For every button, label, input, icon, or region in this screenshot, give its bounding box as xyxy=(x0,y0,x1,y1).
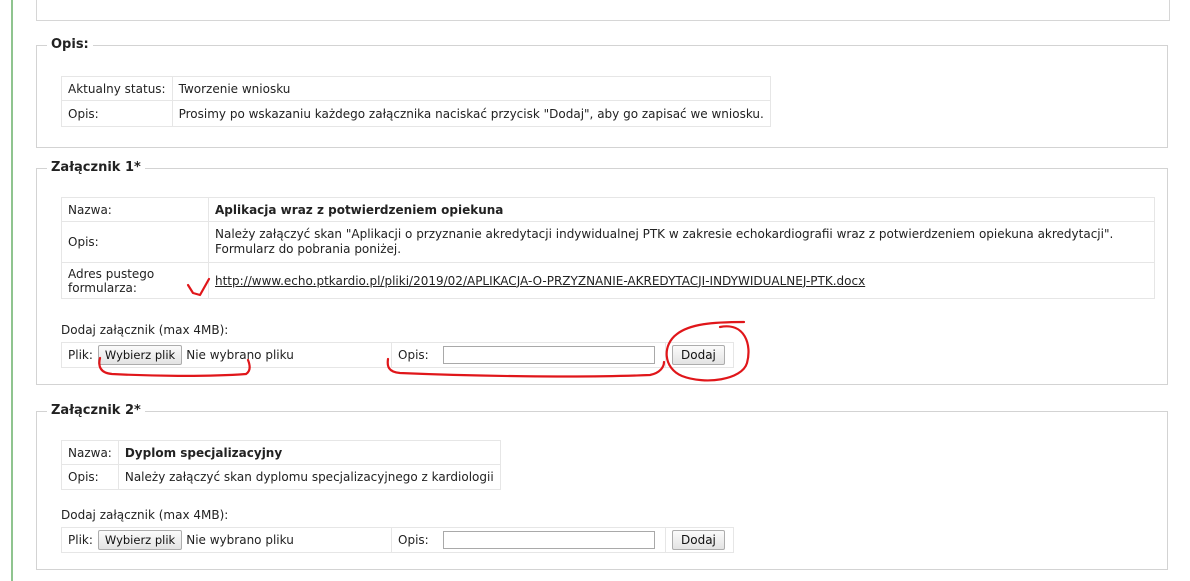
choose-file-button[interactable]: Wybierz plik xyxy=(97,345,183,365)
attachment-2-legend: Załącznik 2* xyxy=(47,403,145,418)
adres-label: Adres pustego formularza: xyxy=(61,262,209,299)
attachment-1-table: Nazwa: Aplikacja wraz z potwierdzeniem o… xyxy=(61,197,1155,299)
add-button[interactable]: Dodaj xyxy=(672,345,725,365)
description-label: Opis: xyxy=(398,533,429,547)
opis-row: Opis: Prosimy po wskazaniu każdego załąc… xyxy=(61,100,771,127)
attachment-1-adres-row: Adres pustego formularza: http://www.ech… xyxy=(61,262,1155,299)
attachment-2-upload-row: Plik: Wybierz plik Nie wybrano pliku Opi… xyxy=(61,527,734,553)
opis-label: Opis: xyxy=(61,464,119,490)
add-attachment-label: Dodaj załącznik (max 4MB): xyxy=(61,508,229,522)
attachment-1-upload-row: Plik: Wybierz plik Nie wybrano pliku Opi… xyxy=(61,342,734,368)
adres-label-line1: Adres pustego xyxy=(68,266,155,281)
attachment-2-opis-row: Opis: Należy załączyć skan dyplomu specj… xyxy=(61,464,501,490)
nazwa-label: Nazwa: xyxy=(61,197,209,222)
previous-section-frame xyxy=(36,0,1170,21)
adres-value: http://www.echo.ptkardio.pl/pliki/2019/0… xyxy=(208,262,1155,299)
status-label: Aktualny status: xyxy=(61,76,173,101)
no-file-text: Nie wybrano pliku xyxy=(186,533,294,547)
description-cell: Opis: xyxy=(391,528,665,552)
description-cell: Opis: xyxy=(391,343,665,367)
nazwa-value: Dyplom specjalizacyjny xyxy=(117,440,501,465)
page-left-border xyxy=(11,0,13,581)
nazwa-label: Nazwa: xyxy=(61,440,119,465)
description-input[interactable] xyxy=(442,346,655,364)
opis-section: Opis: Aktualny status: Tworzenie wniosku… xyxy=(36,37,1168,148)
description-input[interactable] xyxy=(442,531,655,549)
form-download-link[interactable]: http://www.echo.ptkardio.pl/pliki/2019/0… xyxy=(215,274,865,288)
file-cell: Plik: Wybierz plik Nie wybrano pliku xyxy=(62,343,391,367)
attachment-2-nazwa-row: Nazwa: Dyplom specjalizacyjny xyxy=(61,440,501,465)
add-cell: Dodaj xyxy=(665,528,733,552)
choose-file-button[interactable]: Wybierz plik xyxy=(97,530,183,550)
opis-label: Opis: xyxy=(61,100,173,127)
opis-value: Należy załączyć skan "Aplikacji o przyzn… xyxy=(208,221,1155,263)
nazwa-value: Aplikacja wraz z potwierdzeniem opiekuna xyxy=(208,197,1155,222)
adres-label-line2: formularza: xyxy=(68,280,137,295)
attachment-1-nazwa-row: Nazwa: Aplikacja wraz z potwierdzeniem o… xyxy=(61,197,1155,222)
plik-label: Plik: xyxy=(68,348,93,362)
attachment-1-section: Załącznik 1* Nazwa: Aplikacja wraz z pot… xyxy=(36,160,1168,385)
plik-label: Plik: xyxy=(68,533,93,547)
add-button[interactable]: Dodaj xyxy=(672,530,725,550)
status-table: Aktualny status: Tworzenie wniosku Opis:… xyxy=(61,76,771,127)
description-label: Opis: xyxy=(398,348,429,362)
add-attachment-label: Dodaj załącznik (max 4MB): xyxy=(61,323,229,337)
opis-value: Należy załączyć skan dyplomu specjalizac… xyxy=(117,464,501,490)
attachment-1-legend: Załącznik 1* xyxy=(47,160,145,175)
attachment-1-opis-row: Opis: Należy załączyć skan "Aplikacji o … xyxy=(61,221,1155,263)
attachment-2-table: Nazwa: Dyplom specjalizacyjny Opis: Nale… xyxy=(61,440,501,490)
status-row: Aktualny status: Tworzenie wniosku xyxy=(61,76,771,101)
status-value: Tworzenie wniosku xyxy=(171,76,771,101)
no-file-text: Nie wybrano pliku xyxy=(186,348,294,362)
file-cell: Plik: Wybierz plik Nie wybrano pliku xyxy=(62,528,391,552)
attachment-2-section: Załącznik 2* Nazwa: Dyplom specjalizacyj… xyxy=(36,403,1168,570)
opis-section-legend: Opis: xyxy=(47,37,93,52)
add-cell: Dodaj xyxy=(665,343,733,367)
opis-label: Opis: xyxy=(61,221,209,263)
opis-value: Prosimy po wskazaniu każdego załącznika … xyxy=(171,100,771,127)
